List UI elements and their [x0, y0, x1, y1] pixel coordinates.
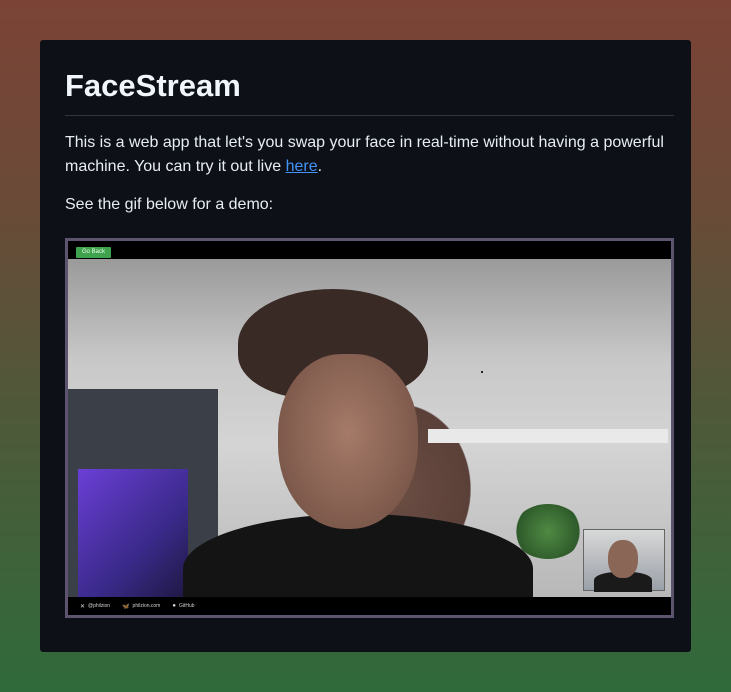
intro-text: This is a web app that let's you swap yo… [65, 134, 664, 175]
footer-link-bluesky[interactable]: 🦋 philzion.com [122, 603, 160, 610]
background-shelf [428, 429, 668, 443]
x-icon: ✕ [80, 603, 86, 610]
readme-card: FaceStream This is a web app that let's … [40, 40, 691, 652]
webcam-person-face [608, 540, 638, 578]
github-icon: ● [172, 603, 176, 609]
footer-link-label: GitHub [178, 603, 195, 609]
demo-gif: Go Back ✕ @philzion 🦋 philzion.com ● GitHub [65, 238, 674, 618]
mouse-cursor [481, 371, 483, 373]
footer-link-github[interactable]: ● GitHub [172, 603, 194, 609]
bluesky-icon: 🦋 [122, 603, 130, 610]
intro-paragraph: This is a web app that let's you swap yo… [65, 131, 674, 179]
page-title: FaceStream [65, 66, 674, 116]
background-screen [78, 469, 188, 599]
demo-topbar: Go Back [68, 241, 671, 259]
footer-link-x[interactable]: ✕ @philzion [80, 603, 110, 610]
swapped-face [278, 354, 418, 529]
demo-footer: ✕ @philzion 🦋 philzion.com ● GitHub [68, 597, 671, 615]
intro-end: . [317, 158, 323, 175]
webcam-preview [583, 529, 665, 592]
live-demo-link[interactable]: here [286, 158, 318, 175]
video-frame [68, 259, 671, 615]
demo-caption: See the gif below for a demo: [65, 196, 274, 213]
go-back-button[interactable]: Go Back [76, 247, 112, 258]
footer-link-label: @philzion [88, 603, 111, 609]
footer-link-label: philzion.com [132, 603, 161, 609]
